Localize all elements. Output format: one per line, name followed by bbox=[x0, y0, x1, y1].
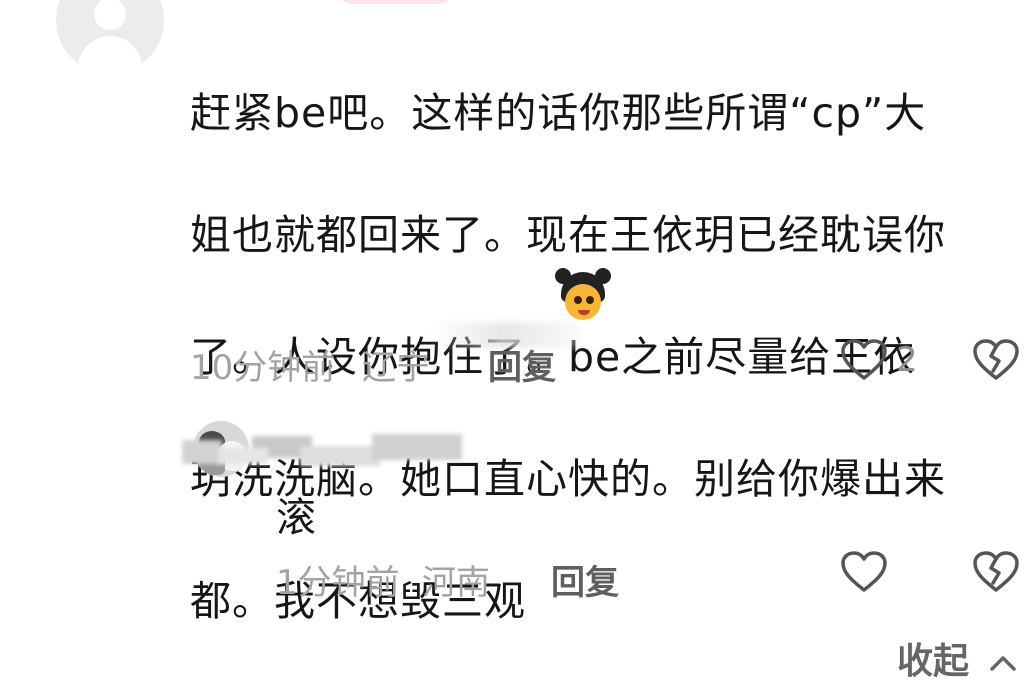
girl-with-buns-emoji-icon bbox=[555, 268, 611, 324]
reply-text: 滚 bbox=[276, 495, 316, 541]
broken-heart-icon bbox=[973, 339, 1019, 380]
reply-like-button[interactable] bbox=[840, 550, 888, 594]
dislike-button[interactable] bbox=[972, 338, 1020, 382]
chevron-up-icon bbox=[989, 656, 1016, 671]
username-mosaic-blur bbox=[182, 430, 472, 470]
comment-time: 10分钟前 bbox=[190, 348, 336, 388]
broken-heart-icon bbox=[973, 551, 1019, 592]
reply-time: 1分钟前 bbox=[276, 563, 400, 603]
collapse-button[interactable]: 收起 bbox=[897, 632, 1018, 684]
reply-reply-button[interactable]: 回复 bbox=[551, 555, 619, 604]
like-button[interactable] bbox=[840, 338, 888, 382]
comment-line: 姐也就都回来了。现在王依玥已经耽误你 bbox=[190, 211, 946, 259]
user-badge-cropped bbox=[340, 0, 450, 4]
collapse-label: 收起 bbox=[897, 641, 970, 682]
comment-location: 辽宁 bbox=[362, 348, 430, 388]
like-count: 2 bbox=[896, 340, 918, 380]
heart-icon bbox=[841, 551, 887, 592]
reply-location: 河南 bbox=[422, 563, 490, 603]
heart-icon bbox=[841, 339, 887, 380]
comment-line: 赶紧be吧。这样的话你那些所谓“cp”大 bbox=[190, 89, 927, 137]
avatar-head-shape bbox=[94, 0, 126, 30]
reply-dislike-button[interactable] bbox=[972, 550, 1020, 594]
avatar[interactable] bbox=[56, 0, 164, 74]
avatar-body-shape bbox=[78, 36, 142, 74]
reply-button[interactable]: 回复 bbox=[488, 340, 556, 389]
